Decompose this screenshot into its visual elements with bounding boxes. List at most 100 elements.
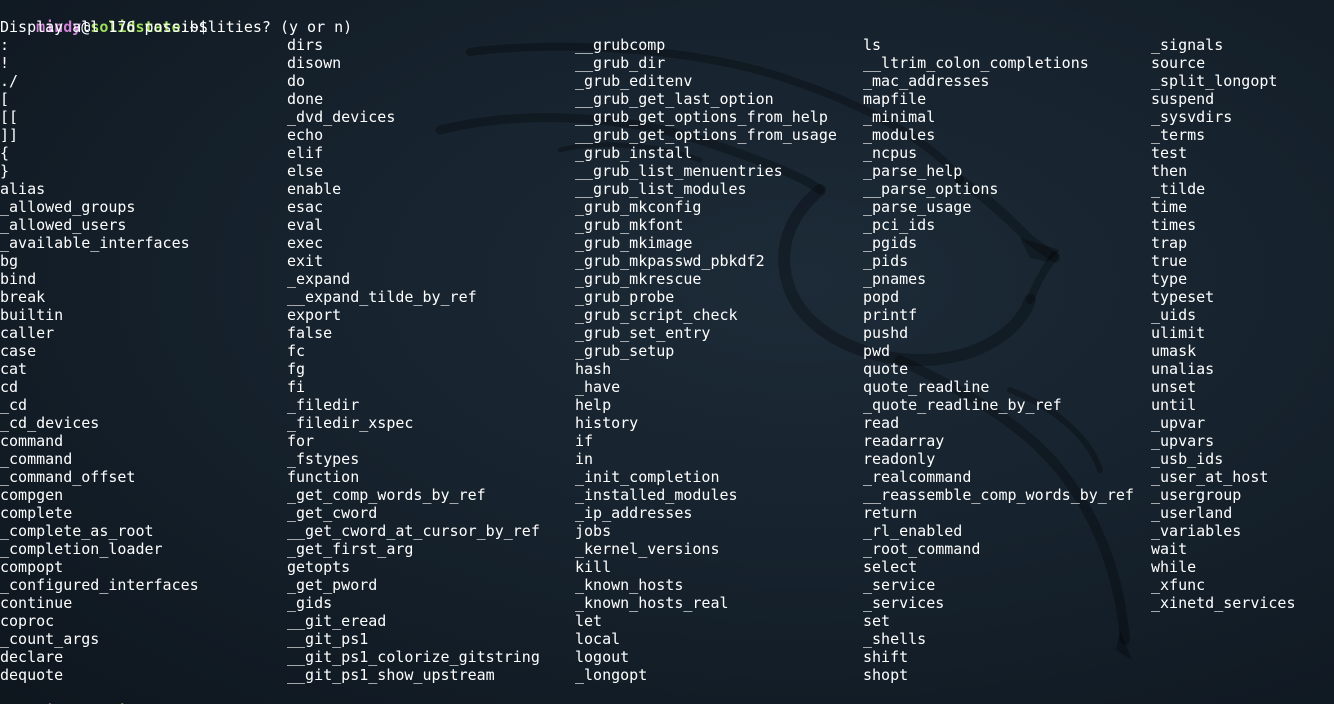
completion-item: _terms — [1151, 126, 1206, 144]
completion-item: local — [575, 630, 621, 648]
completion-item: else — [287, 162, 324, 180]
completion-item: __ltrim_colon_completions — [863, 54, 1089, 72]
completion-item: fg — [287, 360, 306, 378]
completion-item: __grub_get_last_option — [575, 90, 774, 108]
completion-item: source — [1151, 54, 1206, 72]
completion-item: kill — [575, 558, 612, 576]
completion-item: elif — [287, 144, 324, 162]
completion-item: set — [863, 612, 891, 630]
completion-item: until — [1151, 396, 1197, 414]
completion-item: _service — [863, 576, 936, 594]
completion-item: command — [0, 432, 64, 450]
completion-item: bg — [0, 252, 19, 270]
completion-item: caller — [0, 324, 55, 342]
completion-item: echo — [287, 126, 324, 144]
completion-question: Display all 176 possibilities? (y or n) — [0, 18, 353, 36]
completion-item: history — [575, 414, 639, 432]
completion-item: _quote_readline_by_ref — [863, 396, 1062, 414]
completion-item: _split_longopt — [1151, 72, 1278, 90]
completion-item: _known_hosts_real — [575, 594, 729, 612]
completion-item: coproc — [0, 612, 55, 630]
completion-item: _grub_mkimage — [575, 234, 693, 252]
completion-item: _filedir_xspec — [287, 414, 414, 432]
completion-column-1: :! ./[[[]]{} alias _allowed_groups _allowed_… — [0, 36, 199, 684]
completion-item: _cd — [0, 396, 28, 414]
completion-item: cat — [0, 360, 28, 378]
completion-item: printf — [863, 306, 918, 324]
completion-item: _kernel_versions — [575, 540, 720, 558]
completion-item: __parse_options — [863, 180, 999, 198]
completion-item: case — [0, 342, 37, 360]
completion-item: readarray — [863, 432, 945, 450]
completion-item: exec — [287, 234, 324, 252]
completion-item: fi — [287, 378, 306, 396]
completion-item: _ip_addresses — [575, 504, 693, 522]
completion-item: done — [287, 90, 324, 108]
completion-item: _grub_set_entry — [575, 324, 711, 342]
completion-item: hash — [575, 360, 612, 378]
completion-item: _available_interfaces — [0, 234, 190, 252]
completion-item: logout — [575, 648, 630, 666]
completion-column-4: ls __ltrim_colon_completions _mac_addresse… — [863, 36, 1134, 684]
completion-item: pwd — [863, 342, 891, 360]
completion-item: __git_ps1_colorize_gitstring — [287, 648, 540, 666]
completion-item: eval — [287, 216, 324, 234]
completion-item: _parse_usage — [863, 198, 972, 216]
completion-item: __git_ps1 — [287, 630, 369, 648]
completion-item: break — [0, 288, 46, 306]
completion-item: _pids — [863, 252, 909, 270]
completion-item: quote — [863, 360, 909, 378]
completion-item: umask — [1151, 342, 1197, 360]
completion-item: _filedir — [287, 396, 360, 414]
terminal-window[interactable]: mindy@solidstate:~$ Display all 176 poss… — [0, 0, 1334, 704]
completion-item: __grubcomp — [575, 36, 666, 54]
completion-item: getopts — [287, 558, 351, 576]
completion-item: esac — [287, 198, 324, 216]
completion-item: _completion_loader — [0, 540, 163, 558]
completion-item: _installed_modules — [575, 486, 738, 504]
completion-item: ls — [863, 36, 882, 54]
completion-item: _mac_addresses — [863, 72, 990, 90]
completion-item: help — [575, 396, 612, 414]
completion-item: __git_eread — [287, 612, 387, 630]
completion-item: __get_cword_at_cursor_by_ref — [287, 522, 540, 540]
completion-item: _signals — [1151, 36, 1224, 54]
completion-item: shift — [863, 648, 909, 666]
completion-item: typeset — [1151, 288, 1215, 306]
completion-item: _command_offset — [0, 468, 136, 486]
completion-item: dequote — [0, 666, 64, 684]
completion-item: _pgids — [863, 234, 918, 252]
completion-item: fc — [287, 342, 306, 360]
completion-item: ! — [0, 54, 10, 72]
completion-item: _services — [863, 594, 945, 612]
completion-item: in — [575, 450, 594, 468]
completion-item: cd — [0, 378, 19, 396]
prompt-line-current[interactable]: mindy@solidstate:~$ — [0, 684, 208, 704]
completion-item: _allowed_groups — [0, 198, 136, 216]
completion-item: _count_args — [0, 630, 100, 648]
completion-column-5: _signals source _split_longopt suspend _sysv… — [1151, 36, 1296, 612]
completion-item: enable — [287, 180, 342, 198]
completion-item: compopt — [0, 558, 64, 576]
completion-item: let — [575, 612, 603, 630]
completion-item: _parse_help — [863, 162, 963, 180]
completion-item: ]] — [0, 126, 19, 144]
completion-item: _get_cword — [287, 504, 378, 522]
completion-item: pushd — [863, 324, 909, 342]
completion-item: compgen — [0, 486, 64, 504]
completion-item: continue — [0, 594, 73, 612]
completion-item: _pci_ids — [863, 216, 936, 234]
completion-item: _grub_script_check — [575, 306, 738, 324]
completion-item: false — [287, 324, 333, 342]
completion-item: __grub_dir — [575, 54, 666, 72]
completion-item: _fstypes — [287, 450, 360, 468]
completion-item: _tilde — [1151, 180, 1206, 198]
completion-item: _grub_install — [575, 144, 693, 162]
completion-item: if — [575, 432, 594, 450]
completion-item: shopt — [863, 666, 909, 684]
completion-item: _realcommand — [863, 468, 972, 486]
completion-column-3: __grubcomp __grub_dir _grub_editenv __grub_… — [575, 36, 837, 684]
completion-item: _usergroup — [1151, 486, 1242, 504]
completion-item: do — [287, 72, 306, 90]
completion-item: ulimit — [1151, 324, 1206, 342]
